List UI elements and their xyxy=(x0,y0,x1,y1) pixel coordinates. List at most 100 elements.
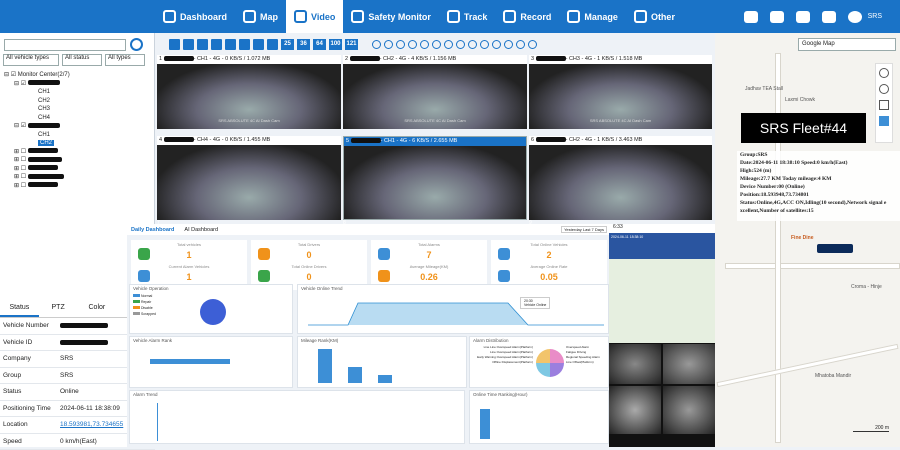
record-icon[interactable] xyxy=(468,39,477,49)
vehicle-info-popup: SRS Fleet#44 Group:SRS Date:2024-06-11 18… xyxy=(737,113,900,221)
tree-vehicle[interactable]: ⊞ ☐ xyxy=(4,182,154,191)
minus-icon[interactable] xyxy=(384,39,393,49)
tree-vehicle-a[interactable]: ⊟ ☑ xyxy=(4,80,154,89)
grid-icon xyxy=(633,10,647,23)
phone-camera-view[interactable] xyxy=(609,386,661,434)
camera-tile[interactable]: 6 - CH2 - 4G - 1 KB/S / 3.463 MB xyxy=(529,136,712,220)
phone-camera-view[interactable] xyxy=(663,386,715,434)
shirt-icon[interactable] xyxy=(769,10,784,23)
mileage-bar xyxy=(378,375,392,383)
type-filter[interactable]: All types xyxy=(105,54,145,66)
location-link[interactable]: 18.593981,73.734655 xyxy=(60,421,123,428)
vehicle-type-filter[interactable]: All vehicle types xyxy=(3,54,59,66)
delete-icon[interactable] xyxy=(492,39,501,49)
layout-13-icon[interactable] xyxy=(253,38,264,50)
stop-icon[interactable] xyxy=(444,39,453,49)
tree-root[interactable]: ⊟ ☑ Monitor Center(2/7) xyxy=(4,71,154,80)
phone-map[interactable] xyxy=(609,259,715,343)
camera-tile[interactable]: 2 - CH2 - 4G - 4 KB/S / 1.156 MB SRS ABSO… xyxy=(343,55,527,129)
layout-100-button[interactable]: 100 xyxy=(329,38,342,50)
tree-vehicle-b[interactable]: ⊟ ☑ xyxy=(4,122,154,131)
add-icon[interactable] xyxy=(372,39,381,49)
tree-channel[interactable]: CH3 xyxy=(4,105,154,114)
alarm-distribution-panel: Alarm Distribution Line Line Overspeed A… xyxy=(469,336,609,388)
measure-icon[interactable] xyxy=(879,100,889,110)
bell-icon[interactable] xyxy=(795,10,810,23)
speaker-icon[interactable] xyxy=(408,39,417,49)
layout-36-button[interactable]: 36 xyxy=(297,38,310,50)
tab-ai-dashboard[interactable]: AI Dashboard xyxy=(184,227,218,233)
locate-icon[interactable] xyxy=(879,68,889,78)
phone-camera-view[interactable] xyxy=(609,344,661,384)
alarm-rank-bar xyxy=(150,359,230,364)
layout-1-icon[interactable] xyxy=(169,38,180,50)
camera-tile[interactable]: 3 - CH3 - 4G - 1 KB/S / 1.518 MB SRS ABSO… xyxy=(529,55,712,129)
nav-map[interactable]: Map xyxy=(235,0,286,33)
tree-vehicle[interactable]: ⊞ ☐ xyxy=(4,156,154,165)
phone-camera-view[interactable] xyxy=(663,344,715,384)
tree-vehicle[interactable]: ⊞ ☐ xyxy=(4,148,154,157)
video-toolbar: 25 36 64 100 121 xyxy=(157,33,712,55)
color-icon[interactable] xyxy=(516,39,525,49)
settings-icon[interactable] xyxy=(480,39,489,49)
alarm-rank-panel: Vehicle Alarm Rank xyxy=(129,336,293,388)
layout-10-icon[interactable] xyxy=(239,38,250,50)
gear-icon[interactable] xyxy=(821,10,836,23)
tab-daily-dashboard[interactable]: Daily Dashboard xyxy=(131,227,174,233)
camera-tile-selected[interactable]: 5 - CH1 - 4G - 6 KB/S / 2.655 MB xyxy=(343,136,527,220)
mic-icon[interactable] xyxy=(420,39,429,49)
tab-color[interactable]: Color xyxy=(78,299,117,317)
tree-channel-selected[interactable]: CH2 xyxy=(38,140,55,146)
status-filter[interactable]: All status xyxy=(62,54,102,66)
camera-tile[interactable]: 1 - CH1 - 4G - 0 KB/S / 1.072 MB SRS ABSO… xyxy=(157,55,341,129)
map-icon xyxy=(243,10,257,23)
nav-safety-monitor[interactable]: Safety Monitor xyxy=(343,0,439,33)
layout-16-icon[interactable] xyxy=(267,38,278,50)
layout-6-icon[interactable] xyxy=(197,38,208,50)
snapshot-icon[interactable] xyxy=(456,39,465,49)
layout-64-button[interactable]: 64 xyxy=(313,38,326,50)
vehicle-search-input[interactable] xyxy=(4,38,126,51)
play-icon[interactable] xyxy=(432,39,441,49)
layout-9-icon[interactable] xyxy=(225,38,236,50)
vehicle-marker[interactable] xyxy=(817,244,853,253)
tree-channel[interactable]: CH1 xyxy=(4,88,154,97)
map-type-select[interactable]: Google Map xyxy=(798,38,896,51)
layout-8-icon[interactable] xyxy=(211,38,222,50)
tree-channel[interactable]: CH4 xyxy=(4,114,154,123)
vehicle-tree: ⊟ ☑ Monitor Center(2/7) ⊟ ☑ CH1 CH2 CH3 … xyxy=(0,71,154,190)
alarm-pie xyxy=(536,349,564,377)
tab-status[interactable]: Status xyxy=(0,299,39,317)
online-time-ranking-panel: Online Time Ranking(Hour) xyxy=(469,390,609,444)
close-icon[interactable] xyxy=(528,39,537,49)
user-name[interactable]: SRS xyxy=(868,13,882,20)
layout-121-button[interactable]: 121 xyxy=(345,38,358,50)
record-icon xyxy=(503,10,517,23)
fullscreen-icon[interactable] xyxy=(396,39,405,49)
search-icon[interactable] xyxy=(130,38,143,51)
grid-icon[interactable] xyxy=(879,116,889,126)
nav-track[interactable]: Track xyxy=(439,0,496,33)
nav-other[interactable]: Other xyxy=(626,0,683,33)
nav-video[interactable]: Video xyxy=(286,0,344,33)
tree-vehicle[interactable]: ⊞ ☐ xyxy=(4,173,154,182)
tree-vehicle[interactable]: ⊞ ☐ xyxy=(4,165,154,174)
map-panel[interactable]: Google Map Jadhav TEA Stall Laxmi Chowk … xyxy=(715,33,900,447)
layout-4-icon[interactable] xyxy=(183,38,194,50)
tree-channel[interactable]: CH2 xyxy=(4,97,154,106)
user-icon[interactable] xyxy=(847,10,862,23)
tab-ptz[interactable]: PTZ xyxy=(39,299,78,317)
tree-channel[interactable]: CH1 xyxy=(4,131,154,140)
cloud-icon[interactable] xyxy=(743,10,758,23)
camera-tile[interactable]: 4 - CH4 - 4G - 0 KB/S / 1.455 MB xyxy=(157,136,341,220)
nav-record[interactable]: Record xyxy=(495,0,559,33)
dashboard-overlay: Daily Dashboard AI Dashboard Yesterday La… xyxy=(127,224,609,447)
layout-25-button[interactable]: 25 xyxy=(281,38,294,50)
chart-tooltip: 20:30 Vehicle Online xyxy=(520,297,551,309)
ptz-icon[interactable] xyxy=(504,39,513,49)
nav-manage[interactable]: Manage xyxy=(559,0,626,33)
layers-icon[interactable] xyxy=(879,84,889,94)
period-selector[interactable]: Yesterday Last 7 Days xyxy=(561,226,607,233)
dashboard-icon xyxy=(163,10,176,23)
nav-dashboard[interactable]: Dashboard xyxy=(155,0,235,33)
